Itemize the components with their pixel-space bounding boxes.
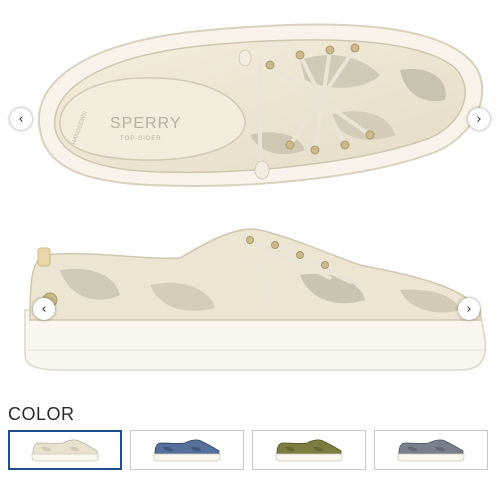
color-swatch-denim-blue[interactable]: [130, 430, 244, 470]
insole-brand-sub: TOP-SIDER: [120, 136, 162, 142]
gallery-prev-button-side[interactable]: ‹: [33, 298, 55, 320]
gallery-prev-button-top[interactable]: ‹: [10, 108, 32, 130]
shoe-top-view-image: SPERRY TOP-SIDER HANDSEWN: [37, 23, 484, 187]
chevron-right-icon: ›: [476, 111, 482, 127]
color-section-title: COLOR: [8, 404, 75, 424]
chevron-left-icon: ‹: [18, 111, 24, 127]
insole-brand-logo: SPERRY: [110, 115, 182, 132]
chevron-right-icon: ›: [466, 301, 472, 317]
swatch-shoe-thumbnail: [153, 439, 221, 462]
chevron-left-icon: ‹: [41, 301, 47, 317]
gallery-next-button-top[interactable]: ›: [468, 108, 490, 130]
color-swatch-grey-camo[interactable]: [374, 430, 488, 470]
swatch-shoe-thumbnail: [31, 439, 99, 462]
color-swatch-olive-camo[interactable]: [252, 430, 366, 470]
swatch-shoe-thumbnail: [397, 439, 465, 462]
product-image-gallery: SPERRY TOP-SIDER HANDSEWN ‹ › ‹ ›: [0, 0, 500, 400]
color-swatch-metallic-camo-gold[interactable]: [8, 430, 122, 470]
swatch-shoe-thumbnail: [275, 439, 343, 462]
gallery-next-button-side[interactable]: ›: [458, 298, 480, 320]
shoe-side-view-image: [24, 228, 487, 371]
